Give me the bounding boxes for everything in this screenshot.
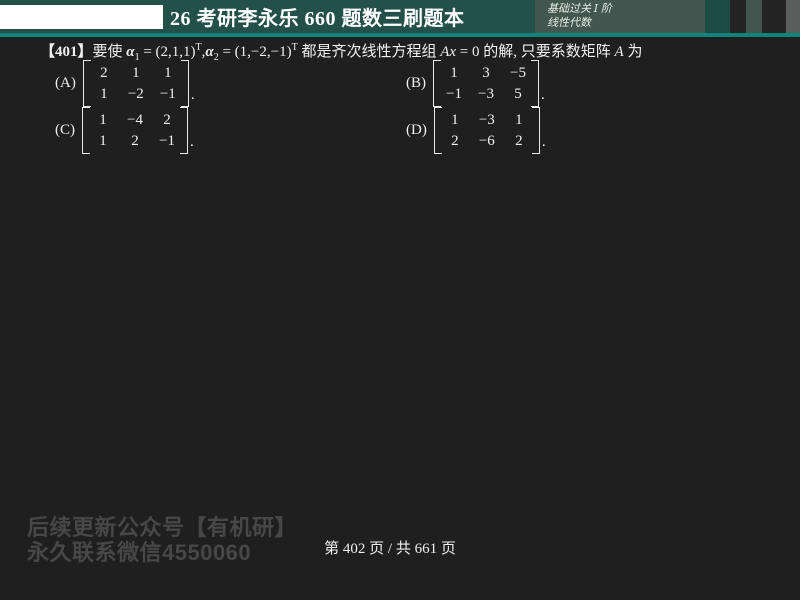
- matrix-cell: −2: [127, 86, 144, 102]
- equals-zero: = 0: [456, 44, 480, 60]
- matrix-cell: 1: [450, 65, 458, 81]
- option-a-matrix: 2 1 1 1 −2 −1: [82, 60, 189, 107]
- header-bar: 26 考研李永乐 660 题数三刷题本 基础过关 Ⅰ 阶 线性代数: [0, 0, 800, 33]
- option-c-period: .: [190, 134, 194, 150]
- matrix-cell: 1: [451, 112, 459, 128]
- option-d-label: (D): [406, 122, 427, 138]
- option-d: (D) 1 −3 1 2 −6 2 .: [406, 107, 546, 154]
- matrix-cell: 2: [515, 133, 523, 149]
- option-a: (A) 2 1 1 1 −2 −1 .: [55, 60, 195, 107]
- decorative-bar: [730, 0, 746, 33]
- alpha2-symbol: α: [205, 44, 214, 60]
- matrix-cell: −1: [159, 133, 175, 149]
- option-a-label: (A): [55, 75, 76, 91]
- question-pre: 要使: [92, 44, 127, 60]
- matrix-cell: 2: [163, 112, 171, 128]
- alpha1-symbol: α: [126, 44, 135, 60]
- option-a-period: .: [190, 87, 195, 103]
- matrix-cell: −1: [159, 86, 176, 102]
- matrix-cell: 1: [515, 112, 523, 128]
- page-title: 26 考研李永乐 660 题数三刷题本: [170, 8, 465, 30]
- decorative-bar: [762, 0, 786, 33]
- decorative-bar: [786, 0, 800, 33]
- content-area: 【401】要使 α1 = (2,1,1)T,α2 = (1,−2,−1)T 都是…: [0, 37, 800, 600]
- matrix-cell: 3: [482, 65, 490, 81]
- option-c-matrix: 1 −4 2 1 2 −1: [82, 107, 188, 154]
- decorative-bar: [746, 0, 762, 33]
- matrix-cell: −3: [478, 86, 494, 102]
- matrix-cell: −6: [478, 133, 495, 149]
- page-indicator: 第 402 页 / 共 661 页: [324, 541, 456, 557]
- option-b-label: (B): [406, 75, 426, 91]
- page-root: 26 考研李永乐 660 题数三刷题本 基础过关 Ⅰ 阶 线性代数 【401】要…: [0, 0, 800, 600]
- option-d-matrix: 1 −3 1 2 −6 2: [433, 107, 540, 154]
- matrix-cell: −3: [478, 112, 495, 128]
- stage-panel: 基础过关 Ⅰ 阶 线性代数: [535, 0, 705, 33]
- question-number: 【401】: [40, 44, 93, 60]
- question-mid1: 都是齐次线性方程组: [297, 44, 441, 60]
- option-b-period: .: [541, 87, 545, 103]
- a-variable: A: [614, 44, 624, 60]
- decorative-bar: [705, 0, 730, 33]
- question-mid2: 的解, 只要系数矩阵: [479, 44, 615, 60]
- option-c-label: (C): [55, 122, 75, 138]
- matrix-cell: 2: [451, 133, 459, 149]
- alpha1-value: = (2,1,1): [139, 44, 196, 60]
- option-c: (C) 1 −4 2 1 2 −1 .: [55, 107, 194, 154]
- option-d-period: .: [541, 134, 546, 150]
- matrix-cell: 1: [132, 65, 140, 81]
- alpha2-value: = (1,−2,−1): [218, 44, 292, 60]
- matrix-cell: 5: [514, 86, 522, 102]
- matrix-cell: 1: [99, 112, 107, 128]
- matrix-cell: −1: [446, 86, 462, 102]
- matrix-cell: 1: [100, 86, 108, 102]
- stage-line-1: 基础过关 Ⅰ 阶: [547, 3, 612, 15]
- matrix-cell: 2: [131, 133, 139, 149]
- ax-variable: Ax: [440, 44, 457, 60]
- matrix-cell: −5: [510, 65, 526, 81]
- option-b-matrix: 1 3 −5 −1 −3 5: [433, 60, 539, 107]
- stage-line-2: 线性代数: [547, 17, 591, 29]
- matrix-cell: −4: [127, 112, 143, 128]
- option-b: (B) 1 3 −5 −1 −3 5 .: [406, 60, 545, 107]
- header-blank-box: [0, 5, 163, 29]
- question-tail: 为: [623, 44, 643, 60]
- matrix-cell: 1: [99, 133, 107, 149]
- matrix-cell: 1: [164, 65, 172, 81]
- matrix-cell: 2: [100, 65, 108, 81]
